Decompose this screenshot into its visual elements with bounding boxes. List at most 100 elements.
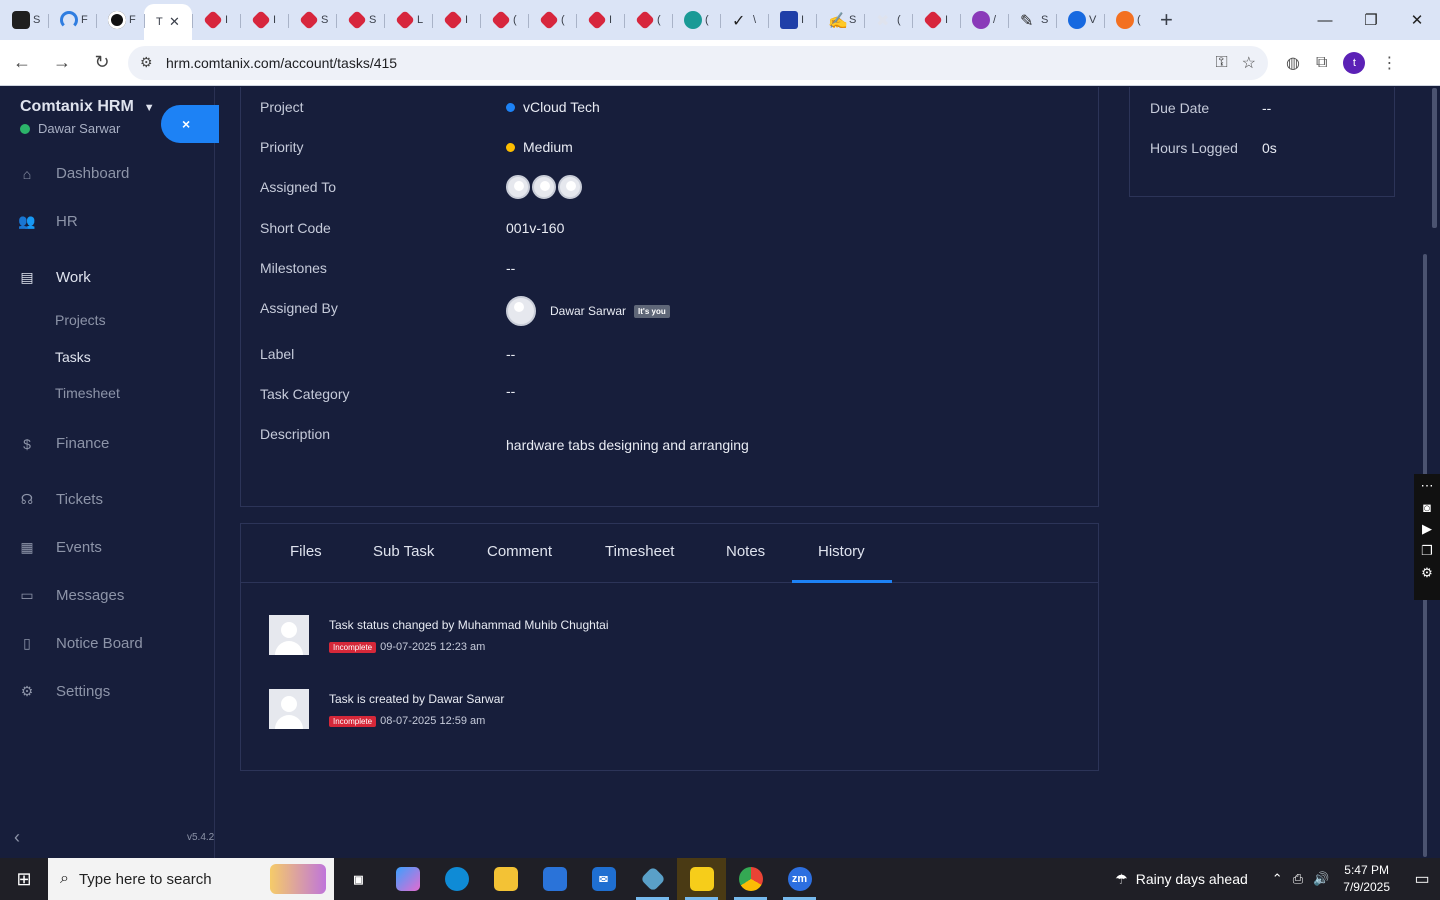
windows-start-button[interactable]: ⊞ xyxy=(0,858,48,900)
network-icon[interactable]: ⎙ xyxy=(1293,871,1303,887)
close-sidebar-button[interactable]: × xyxy=(161,105,219,143)
profile-avatar[interactable]: t xyxy=(1343,51,1366,74)
copy-icon[interactable]: ❐ xyxy=(1421,543,1433,559)
taskbar-clock[interactable]: 5:47 PM 7/9/2025 xyxy=(1343,862,1390,896)
tab-comment[interactable]: Comment xyxy=(487,543,552,560)
tab-timesheet[interactable]: Timesheet xyxy=(605,543,674,560)
browser-tab[interactable]: / xyxy=(960,4,1008,36)
sidebar-item-tickets[interactable]: ☊ Tickets xyxy=(18,491,103,508)
sticky-notes-app[interactable] xyxy=(677,858,726,900)
app-running[interactable] xyxy=(628,858,677,900)
sidebar-item-label: Messages xyxy=(56,587,125,604)
zoom-app[interactable]: zm xyxy=(775,858,824,900)
browser-tab[interactable]: L xyxy=(384,4,432,36)
chevron-up-icon[interactable]: ⌃ xyxy=(1272,871,1283,887)
browser-tab[interactable]: ✎ S xyxy=(1008,4,1056,36)
sidebar-item-messages[interactable]: ▭ Messages xyxy=(18,587,124,604)
browser-tab[interactable]: ( xyxy=(480,4,528,36)
project-name[interactable]: vCloud Tech xyxy=(523,99,600,115)
sidebar-item-settings[interactable]: ⚙ Settings xyxy=(18,683,110,700)
taskbar-search[interactable]: ⌕ Type here to search xyxy=(48,858,334,900)
browser-tab[interactable]: ✖( xyxy=(864,4,912,36)
browser-tab[interactable]: ( xyxy=(528,4,576,36)
app-sidebar: Comtanix HRM ▼ Dawar Sarwar × ⌂ Dashboard … xyxy=(0,87,219,858)
sidebar-item-events[interactable]: ▦ Events xyxy=(18,539,101,556)
edge-app[interactable] xyxy=(432,858,481,900)
globe-icon[interactable]: ◍ xyxy=(1286,53,1300,73)
browser-tab[interactable]: S xyxy=(288,4,336,36)
search-placeholder[interactable]: Type here to search xyxy=(79,871,212,888)
browser-tab[interactable]: ( xyxy=(1104,4,1152,36)
sidebar-item-finance[interactable]: $ Finance xyxy=(18,435,109,452)
back-icon[interactable]: ← xyxy=(4,45,40,81)
browser-tab[interactable]: ( xyxy=(672,4,720,36)
volume-icon[interactable]: 🔊 xyxy=(1313,871,1329,887)
mail-icon: ✉ xyxy=(591,867,616,891)
sidebar-subitem-projects[interactable]: Projects xyxy=(55,312,106,328)
tab-sub-task[interactable]: Sub Task xyxy=(373,543,434,560)
page-scrollbar[interactable] xyxy=(1432,88,1437,228)
home-icon: ⌂ xyxy=(22,165,32,182)
browser-tab[interactable]: I xyxy=(432,4,480,36)
browser-tab[interactable]: ( xyxy=(624,4,672,36)
avatar[interactable] xyxy=(506,296,536,326)
sidebar-subitem-timesheet[interactable]: Timesheet xyxy=(55,385,120,401)
url-text[interactable]: hrm.comtanix.com/account/tasks/415 xyxy=(166,55,1201,71)
avatar[interactable] xyxy=(506,175,530,199)
browser-tab[interactable]: ✓ \ xyxy=(720,4,768,36)
gear-icon[interactable]: ⚙ xyxy=(1421,565,1433,581)
browser-tab[interactable]: I xyxy=(768,4,816,36)
browser-tab[interactable]: S xyxy=(336,4,384,36)
browser-tab-active[interactable]: T ✕ xyxy=(144,4,192,40)
sidebar-item-dashboard[interactable]: ⌂ Dashboard xyxy=(18,165,130,182)
menu-dots-icon[interactable]: ⋮ xyxy=(1381,53,1397,73)
task-view-button[interactable]: ▣ xyxy=(334,858,383,900)
reload-icon[interactable]: ↻ xyxy=(84,45,120,81)
more-icon[interactable]: ⋯ xyxy=(1421,478,1434,494)
avatar[interactable] xyxy=(558,175,582,199)
copilot-app[interactable] xyxy=(383,858,432,900)
tab-history[interactable]: History xyxy=(818,543,865,560)
weather-widget[interactable]: ☂ Rainy days ahead xyxy=(1115,871,1248,888)
camera-icon[interactable]: ◙ xyxy=(1423,500,1431,515)
project-value[interactable]: vCloud Tech xyxy=(506,99,600,115)
avatar[interactable] xyxy=(532,175,556,199)
sidebar-item-hr[interactable]: 👥 HR xyxy=(18,213,77,230)
browser-tab[interactable]: S xyxy=(0,4,48,36)
forward-icon[interactable]: → xyxy=(44,45,80,81)
browser-tab[interactable]: V xyxy=(1056,4,1104,36)
site-info-icon[interactable]: ⚙ xyxy=(140,54,160,71)
bookmark-star-icon[interactable]: ☆ xyxy=(1242,53,1256,73)
browser-tab[interactable]: F xyxy=(48,4,96,36)
browser-tab[interactable]: F xyxy=(96,4,144,36)
brand-dropdown[interactable]: Comtanix HRM ▼ xyxy=(20,98,155,116)
history-time: 08-07-2025 12:59 am xyxy=(380,715,486,727)
notification-icon[interactable]: ▭ xyxy=(1404,869,1440,889)
restore-icon[interactable]: ❐ xyxy=(1348,0,1394,40)
browser-tab[interactable]: I xyxy=(912,4,960,36)
extensions-icon[interactable]: ⧉ xyxy=(1316,54,1327,72)
tab-files[interactable]: Files xyxy=(290,543,322,560)
browser-tab[interactable]: I xyxy=(192,4,240,36)
chrome-app[interactable] xyxy=(726,858,775,900)
sidebar-subitem-tasks[interactable]: Tasks xyxy=(55,349,91,365)
sidebar-item-work[interactable]: ▤ Work xyxy=(18,269,90,286)
browser-tab[interactable]: ✍ S xyxy=(816,4,864,36)
new-tab-button[interactable]: + xyxy=(1160,7,1173,33)
video-icon[interactable]: ▶ xyxy=(1422,521,1432,537)
mail-app[interactable]: ✉ xyxy=(579,858,628,900)
key-icon[interactable]: ⚿ xyxy=(1215,54,1227,72)
tab-notes[interactable]: Notes xyxy=(726,543,765,560)
address-bar[interactable]: ⚙ hrm.comtanix.com/account/tasks/415 ⚿ ☆ xyxy=(128,45,1268,80)
close-tab-icon[interactable]: ✕ xyxy=(169,14,180,30)
sidebar-item-notice-board[interactable]: ▯ Notice Board xyxy=(18,635,143,652)
minimize-icon[interactable]: — xyxy=(1302,0,1348,40)
assigned-by-name[interactable]: Dawar Sarwar xyxy=(550,304,626,318)
browser-tab[interactable]: I xyxy=(240,4,288,36)
close-window-icon[interactable]: ✕ xyxy=(1394,0,1440,40)
browser-tab[interactable]: I xyxy=(576,4,624,36)
file-explorer-app[interactable] xyxy=(481,858,530,900)
store-app[interactable] xyxy=(530,858,579,900)
collapse-sidebar-icon[interactable]: ‹ xyxy=(14,827,20,848)
milestones-value: -- xyxy=(506,260,516,276)
